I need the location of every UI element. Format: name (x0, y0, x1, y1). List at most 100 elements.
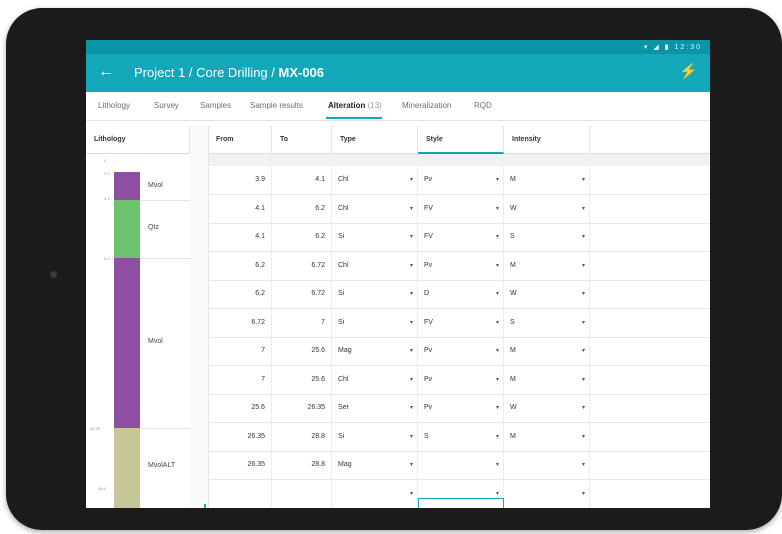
dropdown-arrow-icon[interactable]: ▾ (410, 337, 413, 365)
table-row[interactable]: 7 25.6 Chl ▾ Pv ▾ M ▾ (208, 365, 710, 395)
from-cell[interactable]: 6.2 (208, 251, 272, 280)
style-cell[interactable]: D ▾ (418, 280, 504, 308)
dropdown-arrow-icon[interactable]: ▾ (496, 223, 499, 251)
dropdown-arrow-icon[interactable]: ▾ (582, 195, 585, 223)
type-cell[interactable]: Si ▾ (332, 223, 418, 251)
dropdown-arrow-icon[interactable]: ▾ (410, 166, 413, 194)
dropdown-arrow-icon[interactable]: ▾ (582, 337, 585, 365)
type-cell[interactable]: Mag ▾ (332, 451, 418, 479)
table-row[interactable]: 7 25.6 Mag ▾ Pv ▾ M ▾ (208, 337, 710, 366)
dropdown-arrow-icon[interactable]: ▾ (410, 394, 413, 422)
to-cell[interactable]: 6.72 (272, 280, 332, 308)
type-cell[interactable]: Si ▾ (332, 308, 418, 337)
style-cell[interactable]: FV ▾ (418, 223, 504, 251)
tab-mineralization[interactable]: Mineralization (402, 101, 451, 110)
dropdown-arrow-icon[interactable]: ▾ (496, 166, 499, 194)
intensity-cell[interactable]: M ▾ (504, 422, 590, 451)
back-arrow-icon[interactable]: ← (98, 63, 114, 81)
type-cell[interactable]: Chl ▾ (332, 166, 418, 194)
to-cell[interactable]: 28.8 (272, 451, 332, 479)
style-cell[interactable]: Pv ▾ (418, 251, 504, 280)
style-cell[interactable]: FV ▾ (418, 308, 504, 337)
table-row[interactable]: 25.6 26.35 Ser ▾ Pv ▾ W ▾ (208, 394, 710, 423)
type-cell[interactable]: ▾ (332, 479, 418, 508)
header-to[interactable]: To (272, 126, 332, 154)
to-cell[interactable]: 28.8 (272, 422, 332, 451)
from-cell[interactable]: 4.1 (208, 223, 272, 251)
from-cell[interactable]: 6.72 (208, 308, 272, 337)
from-cell[interactable]: 6.2 (208, 280, 272, 308)
type-cell[interactable]: Ser ▾ (332, 394, 418, 422)
dropdown-arrow-icon[interactable]: ▾ (496, 423, 499, 451)
to-cell[interactable]: 4.1 (272, 166, 332, 194)
lithology-unit[interactable] (114, 428, 140, 508)
intensity-cell[interactable]: W ▾ (504, 194, 590, 223)
type-cell[interactable]: Si ▾ (332, 280, 418, 308)
dropdown-arrow-icon[interactable]: ▾ (410, 195, 413, 223)
dropdown-arrow-icon[interactable]: ▾ (496, 451, 499, 479)
intensity-cell[interactable]: M ▾ (504, 365, 590, 394)
from-cell[interactable]: 4.1 (208, 194, 272, 223)
tab-lithology[interactable]: Lithology (98, 101, 130, 110)
table-row[interactable]: 26.35 28.8 Si ▾ S ▾ M ▾ (208, 422, 710, 452)
header-from[interactable]: From (208, 126, 272, 154)
intensity-cell[interactable]: M ▾ (504, 166, 590, 194)
dropdown-arrow-icon[interactable]: ▾ (410, 280, 413, 308)
dropdown-arrow-icon[interactable]: ▾ (496, 337, 499, 365)
lithology-unit[interactable] (114, 258, 140, 428)
table-row[interactable]: 6.2 6.72 Chl ▾ Pv ▾ M ▾ (208, 251, 710, 281)
style-cell[interactable]: Pv ▾ (418, 337, 504, 365)
dropdown-arrow-icon[interactable]: ▾ (496, 252, 499, 280)
tab-samples[interactable]: Samples (200, 101, 231, 110)
to-cell[interactable]: 6.72 (272, 251, 332, 280)
type-cell[interactable]: Si ▾ (332, 422, 418, 451)
to-cell[interactable]: 7 (272, 308, 332, 337)
dropdown-arrow-icon[interactable]: ▾ (496, 280, 499, 308)
intensity-cell[interactable]: ▾ (504, 479, 590, 508)
style-cell[interactable]: Pv ▾ (418, 394, 504, 422)
style-cell[interactable]: ▾ (418, 451, 504, 479)
dropdown-arrow-icon[interactable]: ▾ (410, 451, 413, 479)
table-row[interactable]: 6.72 7 Si ▾ FV ▾ S ▾ (208, 308, 710, 338)
dropdown-arrow-icon[interactable]: ▾ (582, 366, 585, 394)
dropdown-arrow-icon[interactable]: ▾ (496, 309, 499, 337)
from-cell[interactable]: 25.6 (208, 394, 272, 422)
style-cell[interactable]: Pv ▾ (418, 166, 504, 194)
active-style-cell[interactable]: ▾ (418, 498, 504, 508)
style-cell[interactable]: S ▾ (418, 422, 504, 451)
dropdown-arrow-icon[interactable]: ▾ (582, 252, 585, 280)
type-cell[interactable]: Chl ▾ (332, 251, 418, 280)
intensity-cell[interactable]: ▾ (504, 451, 590, 479)
to-cell[interactable]: 6.2 (272, 223, 332, 251)
intensity-cell[interactable]: S ▾ (504, 223, 590, 251)
dropdown-arrow-icon[interactable]: ▾ (410, 366, 413, 394)
to-cell[interactable] (272, 479, 332, 508)
from-cell[interactable]: 26.35 (208, 451, 272, 479)
table-row[interactable]: 6.2 6.72 Si ▾ D ▾ W ▾ (208, 280, 710, 309)
dropdown-arrow-icon[interactable]: ▾ (496, 499, 499, 508)
header-style[interactable]: Style (418, 126, 504, 154)
intensity-cell[interactable]: S ▾ (504, 308, 590, 337)
intensity-cell[interactable]: W ▾ (504, 280, 590, 308)
from-cell[interactable]: 3.9 (208, 166, 272, 194)
from-cell[interactable]: 7 (208, 365, 272, 394)
table-row[interactable]: 4.1 6.2 Chl ▾ FV ▾ W ▾ (208, 194, 710, 224)
style-cell[interactable]: FV ▾ (418, 194, 504, 223)
intensity-cell[interactable]: W ▾ (504, 394, 590, 422)
tab-rqd[interactable]: RQD (474, 101, 492, 110)
type-cell[interactable]: Chl ▾ (332, 194, 418, 223)
tab-sample-results[interactable]: Sample results (250, 101, 303, 110)
type-cell[interactable]: Chl ▾ (332, 365, 418, 394)
dropdown-arrow-icon[interactable]: ▾ (410, 480, 413, 508)
tab-survey[interactable]: Survey (154, 101, 179, 110)
from-cell[interactable]: 26.35 (208, 422, 272, 451)
dropdown-arrow-icon[interactable]: ▾ (582, 480, 585, 508)
intensity-cell[interactable]: M ▾ (504, 337, 590, 365)
dropdown-arrow-icon[interactable]: ▾ (410, 423, 413, 451)
style-cell[interactable]: Pv ▾ (418, 365, 504, 394)
to-cell[interactable]: 25.6 (272, 365, 332, 394)
dropdown-arrow-icon[interactable]: ▾ (582, 223, 585, 251)
lithology-unit[interactable] (114, 172, 140, 200)
dropdown-arrow-icon[interactable]: ▾ (496, 394, 499, 422)
intensity-cell[interactable]: M ▾ (504, 251, 590, 280)
